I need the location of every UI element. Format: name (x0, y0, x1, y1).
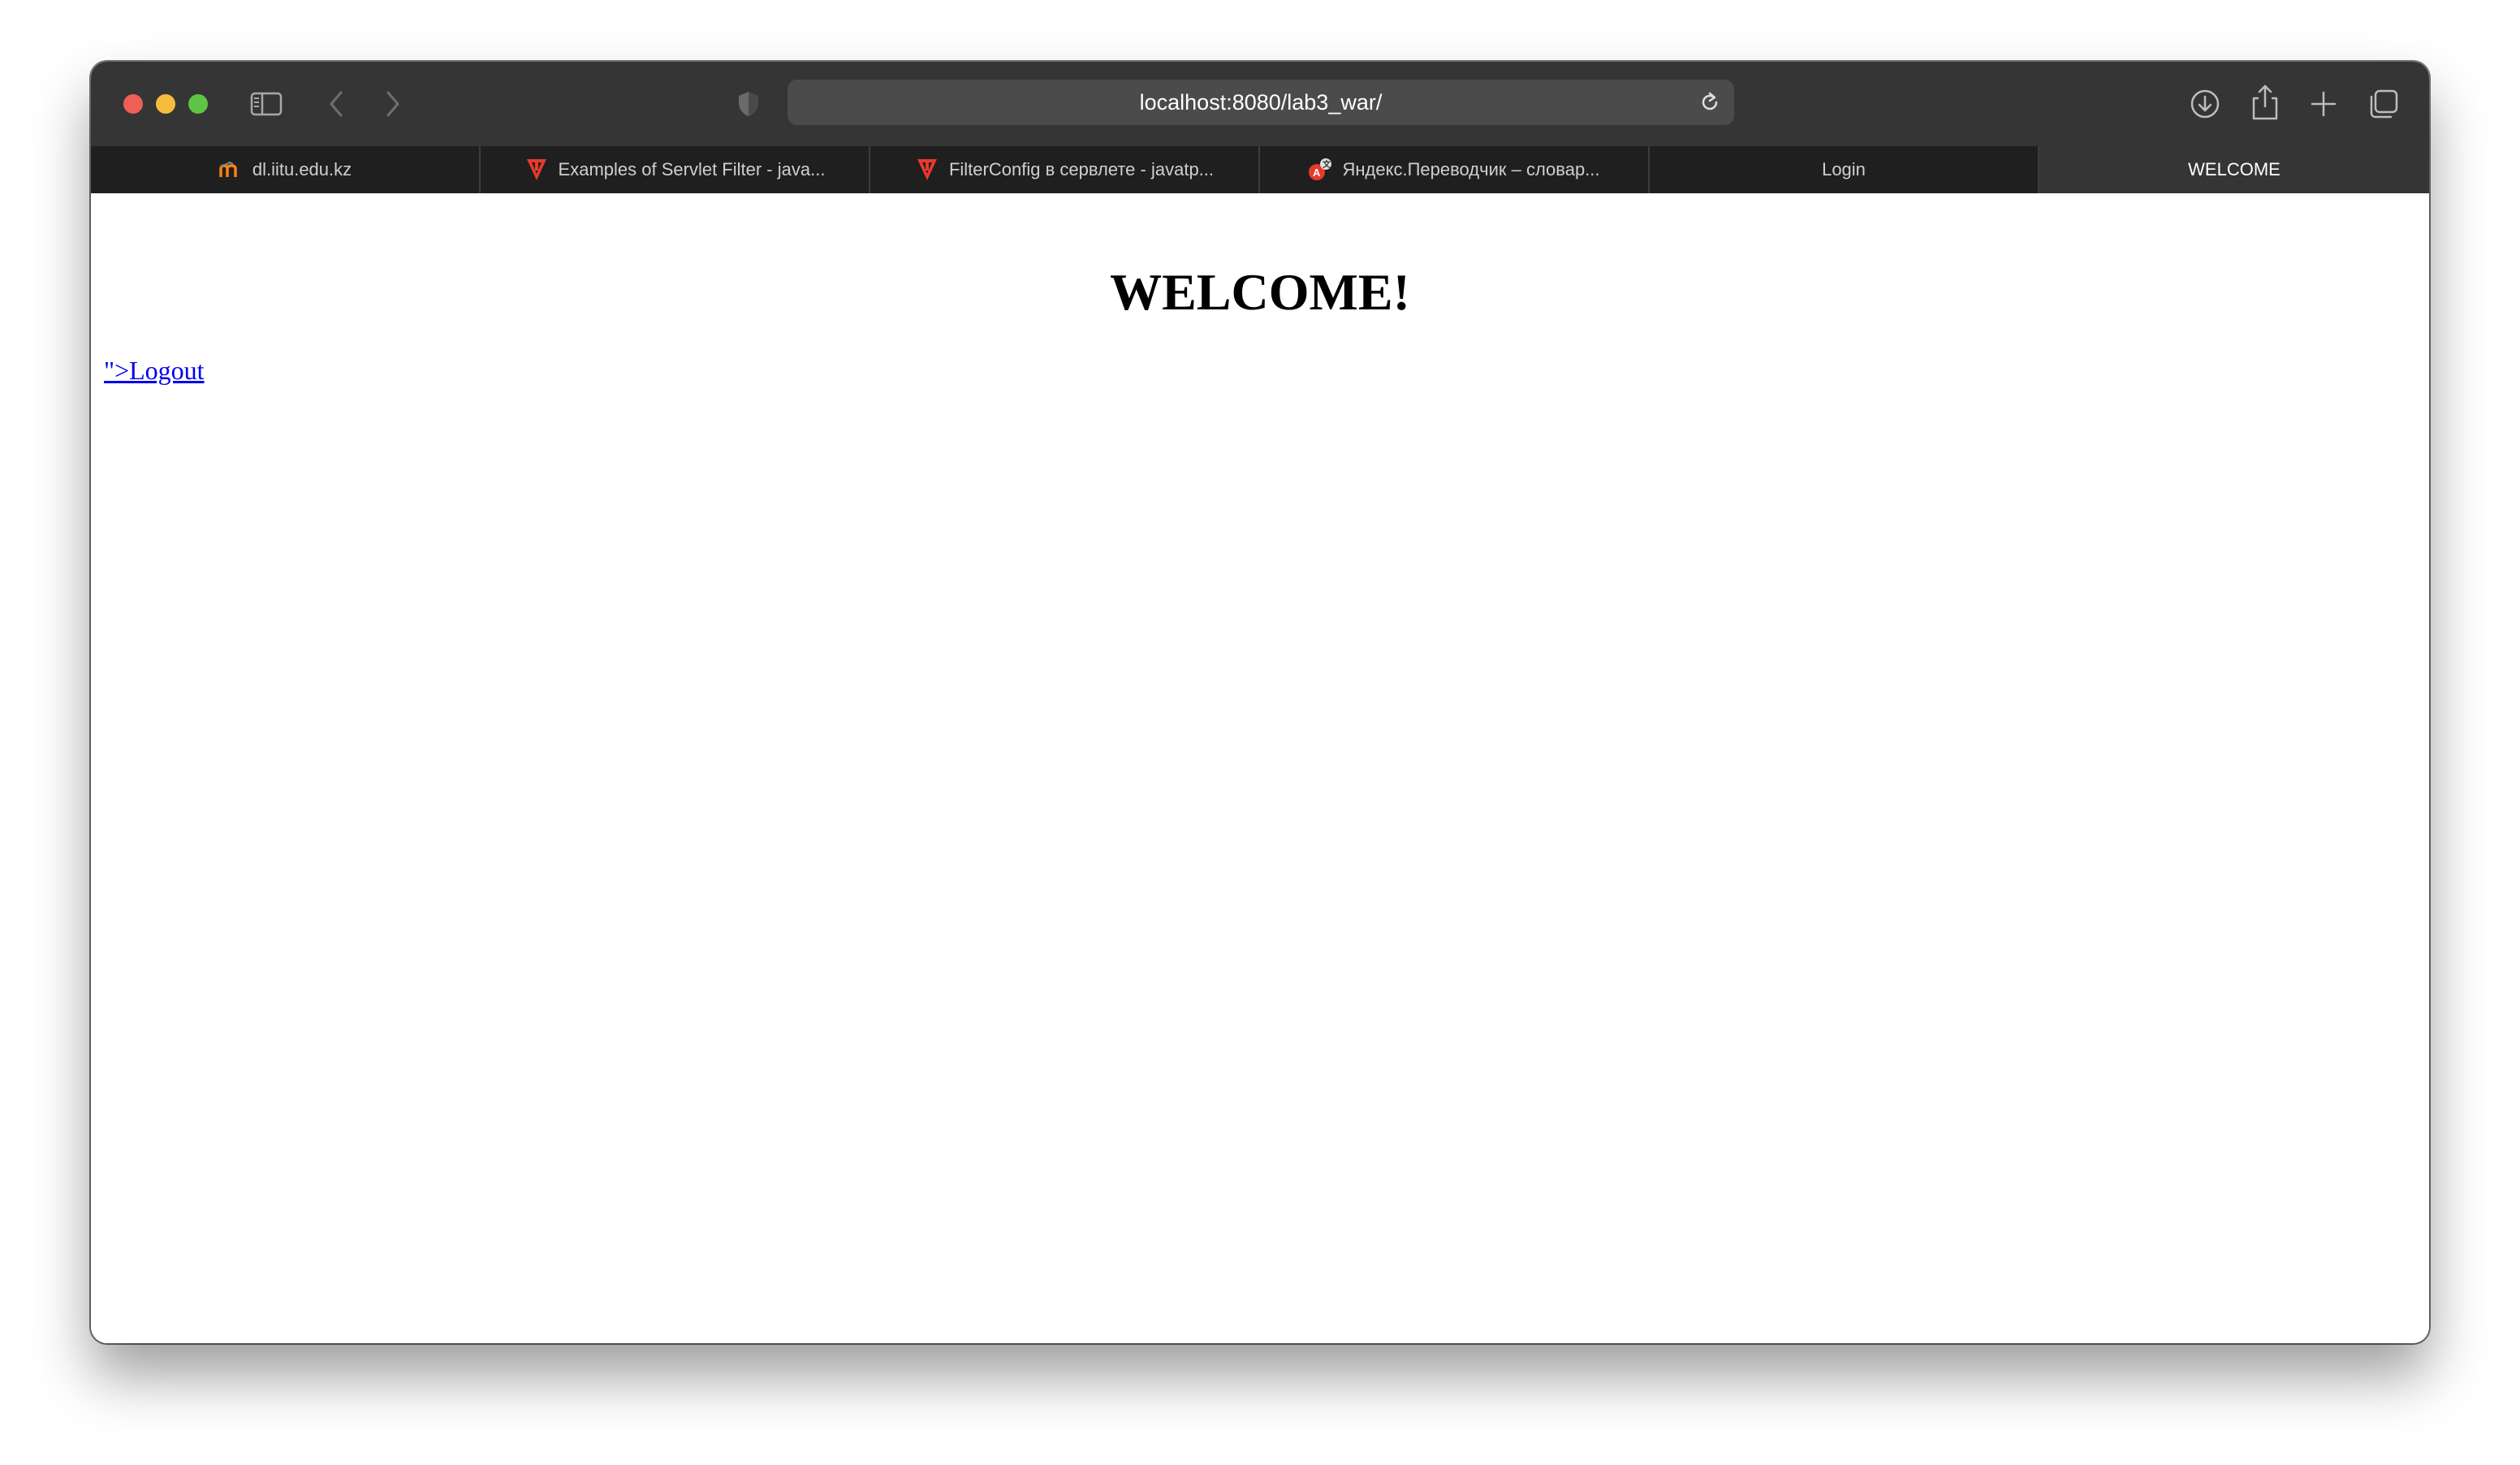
forward-icon[interactable] (377, 88, 409, 120)
tab-filterconfig[interactable]: FilterConfig в сервлете - javatp... (870, 146, 1260, 193)
tab-label: Login (1822, 159, 1866, 179)
reload-icon[interactable] (1697, 89, 1723, 115)
moodle-icon (218, 158, 243, 182)
tab-overview-icon[interactable] (2366, 86, 2401, 122)
maximize-window-button[interactable] (188, 94, 208, 114)
download-icon[interactable] (2187, 86, 2223, 122)
address-text: localhost:8080/lab3_war/ (1139, 89, 1383, 115)
javatpoint-icon (915, 158, 939, 182)
page-heading: WELCOME! (1110, 263, 1410, 321)
javatpoint-icon (524, 158, 549, 182)
close-window-button[interactable] (123, 94, 143, 114)
new-tab-icon[interactable] (2306, 86, 2341, 122)
tab-label: FilterConfig в сервлете - javatp... (948, 159, 1215, 179)
minimize-window-button[interactable] (156, 94, 175, 114)
tab-yandex-translate[interactable]: A 文 Яндекс.Переводчик – словар... (1260, 146, 1650, 193)
tab-label: Яндекс.Переводчик – словар... (1342, 159, 1600, 179)
logout-link[interactable]: ">Logout (104, 356, 205, 386)
tab-label: dl.iitu.edu.kz (252, 159, 352, 179)
tab-label: WELCOME (2188, 159, 2281, 179)
browser-window: localhost:8080/lab3_war/ dl.iitu.edu.kz … (91, 62, 2429, 1343)
tab-bar: dl.iitu.edu.kz Examples of Servlet Filte… (91, 146, 2429, 193)
share-icon[interactable] (2247, 83, 2283, 122)
sidebar-toggle-icon[interactable] (250, 88, 283, 120)
svg-text:文: 文 (1323, 159, 1331, 170)
address-bar[interactable]: localhost:8080/lab3_war/ (788, 80, 1734, 125)
tab-dl-iitu[interactable]: dl.iitu.edu.kz (91, 146, 481, 193)
yandex-translate-icon: A 文 (1308, 158, 1332, 182)
tab-servlet-filter[interactable]: Examples of Servlet Filter - java... (481, 146, 870, 193)
tab-welcome[interactable]: WELCOME (2039, 146, 2429, 193)
browser-toolbar: localhost:8080/lab3_war/ (91, 62, 2429, 146)
page-content: WELCOME! ">Logout (91, 193, 2429, 1343)
back-icon[interactable] (320, 88, 352, 120)
svg-text:A: A (1313, 166, 1321, 179)
tab-label: Examples of Servlet Filter - java... (558, 159, 826, 179)
privacy-shield-icon[interactable] (732, 88, 765, 120)
tab-login[interactable]: Login (1650, 146, 2039, 193)
